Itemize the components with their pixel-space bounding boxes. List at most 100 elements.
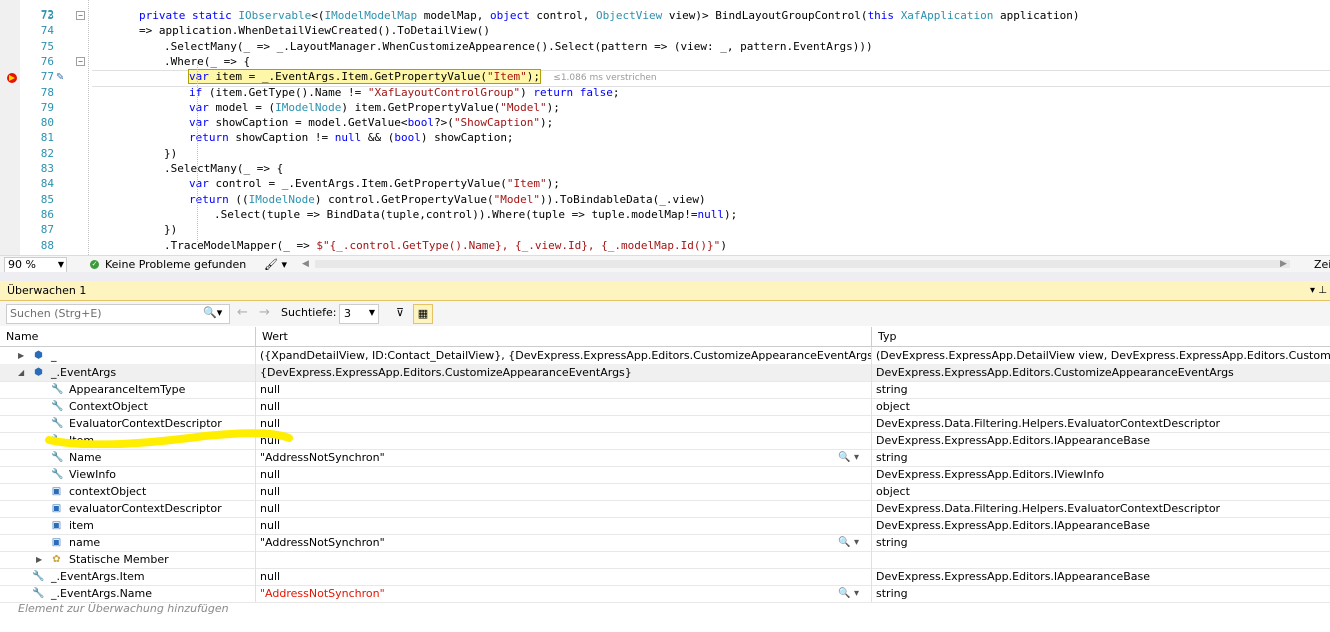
visualizer-icon[interactable]: 🔍 ▾ — [834, 449, 859, 466]
line-number: 82 — [40, 146, 54, 160]
fold-toggle-icon[interactable]: − — [76, 11, 85, 20]
code-text[interactable]: }) — [164, 222, 177, 237]
code-text[interactable]: }) — [164, 146, 177, 161]
watch-value-cell[interactable] — [256, 551, 872, 568]
watch-type: DevExpress.ExpressApp.Editors.IAppearanc… — [876, 519, 1150, 532]
watch-row[interactable]: 🔧 AppearanceItemType null string — [0, 381, 1330, 399]
zoom-select[interactable]: 90 % ▼ — [4, 257, 67, 273]
field-icon: ▣ — [51, 520, 62, 531]
watch-value-cell[interactable]: null — [256, 466, 872, 483]
watch-type-cell: DevExpress.ExpressApp.Editors.IAppearanc… — [872, 517, 1330, 534]
scroll-left-icon[interactable]: ◀ — [302, 256, 309, 273]
watch-value-cell[interactable]: null — [256, 415, 872, 432]
watch-row[interactable]: 🔧 Name "AddressNotSynchron" 🔍 ▾ string — [0, 449, 1330, 467]
code-text[interactable]: var control = _.EventArgs.Item.GetProper… — [189, 176, 560, 191]
problems-status[interactable]: Keine Probleme gefunden — [105, 256, 246, 273]
watch-name-cell: 🔧 Name — [0, 449, 256, 466]
watch-value-cell[interactable]: null — [256, 568, 872, 585]
watch-row[interactable]: 🔧 _.EventArgs.Item null DevExpress.ExpressA… — [0, 568, 1330, 586]
expander-icon[interactable]: ▶ — [18, 347, 24, 364]
fold-toggle-icon[interactable]: − — [76, 56, 85, 66]
watch-value-cell[interactable]: null — [256, 483, 872, 500]
watch-value-cell[interactable]: {DevExpress.ExpressApp.Editors.Customize… — [256, 364, 872, 381]
tab-view-icon[interactable]: ▦ — [413, 304, 433, 324]
watch-value-cell[interactable]: "AddressNotSynchron" 🔍 ▾ — [256, 534, 872, 551]
cube-icon: ⬢ — [34, 350, 43, 361]
code-text[interactable]: return ((IModelNode) control.GetProperty… — [189, 192, 706, 207]
watch-value-cell[interactable]: null — [256, 517, 872, 534]
watch-value-cell[interactable]: null — [256, 398, 872, 415]
search-icon[interactable]: 🔍▾ — [203, 306, 222, 319]
watch-value: null — [260, 468, 281, 481]
header-type[interactable]: Typ — [872, 327, 1330, 346]
watch-name: contextObject — [69, 485, 147, 498]
watch-row[interactable]: 🔧 EvaluatorContextDescriptor null DevExpres… — [0, 415, 1330, 433]
code-text[interactable]: private static IObservable<(IModelModelM… — [139, 8, 1080, 23]
watch-row[interactable]: ▣ item null DevExpress.ExpressApp.Editors.I… — [0, 517, 1330, 535]
watch-value: null — [260, 400, 281, 413]
wrench-icon: 🔧 — [51, 469, 64, 480]
watch-type: DevExpress.ExpressApp.Editors.IViewInfo — [876, 468, 1105, 481]
expander-icon[interactable]: ▶ — [36, 551, 42, 568]
watch-value-cell[interactable]: null — [256, 500, 872, 517]
code-text[interactable]: if (item.GetType().Name != "XafLayoutCon… — [189, 85, 620, 100]
indent-guide — [197, 62, 198, 242]
watch-row[interactable]: 🔧 ViewInfo null DevExpress.ExpressApp.Edito… — [0, 466, 1330, 484]
forward-arrow-icon[interactable]: → — [259, 305, 270, 320]
watch-type: DevExpress.ExpressApp.Editors.IAppearanc… — [876, 434, 1150, 447]
depth-select[interactable]: 3 ▼ — [339, 304, 379, 324]
watch-value-cell[interactable]: ({XpandDetailView, ID:Contact_DetailView… — [256, 347, 872, 364]
watch-type-cell: (DevExpress.ExpressApp.DetailView view, … — [872, 347, 1330, 364]
code-text[interactable]: .Select(tuple => BindData(tuple,control)… — [214, 207, 737, 222]
filter-icon[interactable]: ⊽ — [391, 304, 409, 322]
brush-icon[interactable]: 🖌 ▾ — [264, 256, 287, 273]
code-text[interactable]: return showCaption != null && (bool) sho… — [189, 130, 514, 145]
header-name[interactable]: Name — [0, 327, 256, 346]
watch-row[interactable]: ▣ evaluatorContextDescriptor null DevExpres… — [0, 500, 1330, 518]
watch-row[interactable]: ▶ ⬢ _ ({XpandDetailView, ID:Contact_DetailV… — [0, 347, 1330, 365]
watch-value-cell[interactable]: "AddressNotSynchron" 🔍 ▾ — [256, 449, 872, 466]
code-text[interactable]: var showCaption = model.GetValue<bool?>(… — [189, 115, 553, 130]
expander-icon[interactable]: ◢ — [18, 364, 24, 381]
code-text[interactable]: .SelectMany(_ => _.LayoutManager.WhenCus… — [164, 39, 873, 54]
zoom-value: 90 % — [8, 258, 36, 271]
search-input[interactable]: Suchen (Strg+E) 🔍▾ — [6, 304, 230, 324]
code-text[interactable]: .TraceModelMapper(_ => $"{_.control.GetT… — [164, 238, 727, 253]
watch-row[interactable]: ▶ ✿ Statische Member — [0, 551, 1330, 569]
code-editor[interactable]: 72 ✎ 73− private static IObservable<(IMod… — [0, 0, 1330, 255]
line-number: 78 — [40, 85, 54, 99]
code-line: 73 − private static IObservable<(IModelMod… — [0, 8, 1330, 23]
scroll-right-icon[interactable]: ▶ — [1280, 256, 1287, 273]
watch-name: _ — [51, 349, 57, 362]
horizontal-scrollbar[interactable] — [315, 260, 1290, 268]
watch-value-cell[interactable]: null — [256, 432, 872, 449]
code-text[interactable]: => application.WhenDetailViewCreated().T… — [139, 23, 490, 38]
watch-name: Name — [69, 451, 102, 464]
header-value[interactable]: Wert — [256, 327, 872, 346]
code-text[interactable]: var model = (IModelNode) item.GetPropert… — [189, 100, 560, 115]
watch-value: {DevExpress.ExpressApp.Editors.Customize… — [260, 366, 632, 379]
panel-splitter[interactable] — [0, 272, 1330, 281]
visualizer-icon[interactable]: 🔍 ▾ — [834, 534, 859, 551]
watch-row[interactable]: ▣ contextObject null object — [0, 483, 1330, 501]
wrench-icon: 🔧 — [51, 435, 64, 446]
search-placeholder: Suchen (Strg+E) — [10, 307, 102, 320]
back-arrow-icon[interactable]: ← — [237, 305, 248, 320]
watch-value: "AddressNotSynchron" — [260, 451, 385, 464]
watch-type: DevExpress.Data.Filtering.Helpers.Evalua… — [876, 417, 1221, 430]
watch-value-cell[interactable]: null — [256, 381, 872, 398]
code-text[interactable]: .SelectMany(_ => { — [164, 161, 283, 176]
watch-row[interactable]: ▣ name "AddressNotSynchron" 🔍 ▾ string — [0, 534, 1330, 552]
pin-icon[interactable]: ▾ ⊥ — [1310, 281, 1327, 300]
add-watch-row[interactable]: Element zur Überwachung hinzufügen — [0, 600, 1330, 617]
code-text[interactable]: .Where(_ => { — [164, 54, 250, 69]
field-icon: ▣ — [51, 537, 62, 548]
code-line: 87}) — [0, 222, 1330, 237]
watch-row[interactable]: ◢ ⬢ _.EventArgs {DevExpress.ExpressApp.Edit… — [0, 364, 1330, 382]
watch-value: null — [260, 417, 281, 430]
watch-row[interactable]: 🔧 ContextObject null object — [0, 398, 1330, 416]
watch-row[interactable]: 🔧 Item null DevExpress.ExpressApp.Editors.I… — [0, 432, 1330, 450]
line-number: 86 — [40, 207, 54, 221]
watch-type: string — [876, 587, 908, 600]
editor-status-bar: 90 % ▼ ✓ Keine Probleme gefunden 🖌 ▾ ◀ ▶… — [0, 255, 1330, 273]
